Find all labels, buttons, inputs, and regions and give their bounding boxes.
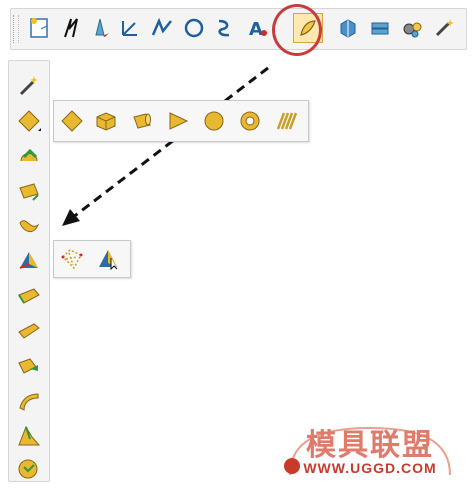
ruled-surface-icon[interactable] (14, 281, 44, 311)
surface-flyout (53, 240, 131, 278)
watermark-title: 模具联盟 (306, 428, 434, 463)
watermark: 模具联盟 WWW.UGGD.COM (280, 420, 460, 480)
box-icon[interactable] (92, 107, 120, 135)
offset-icon[interactable] (14, 351, 44, 381)
diamond-solid-icon[interactable] (14, 106, 44, 136)
cylinder-icon[interactable] (128, 107, 156, 135)
torus-icon[interactable] (236, 107, 264, 135)
curved-surface-icon[interactable] (14, 386, 44, 416)
swept-surface-icon[interactable] (14, 211, 44, 241)
sphere-icon[interactable] (200, 107, 228, 135)
diamond-icon[interactable] (58, 107, 86, 135)
extrude-cylinder-icon[interactable] (14, 176, 44, 206)
globe-tool-icon[interactable] (14, 453, 44, 483)
wand-icon[interactable] (14, 71, 44, 101)
revolve-icon[interactable] (14, 141, 44, 171)
loft-icon[interactable] (14, 316, 44, 346)
draft-icon[interactable] (14, 421, 44, 451)
watermark-url: WWW.UGGD.COM (303, 460, 437, 476)
spring-icon[interactable] (272, 107, 300, 135)
cone-icon[interactable] (164, 107, 192, 135)
side-toolbar (8, 60, 50, 482)
mesh-surface-icon[interactable] (58, 245, 86, 273)
primitives-flyout (53, 100, 309, 142)
surface-fit-icon[interactable] (14, 246, 44, 276)
surface-select-icon[interactable] (94, 245, 122, 273)
